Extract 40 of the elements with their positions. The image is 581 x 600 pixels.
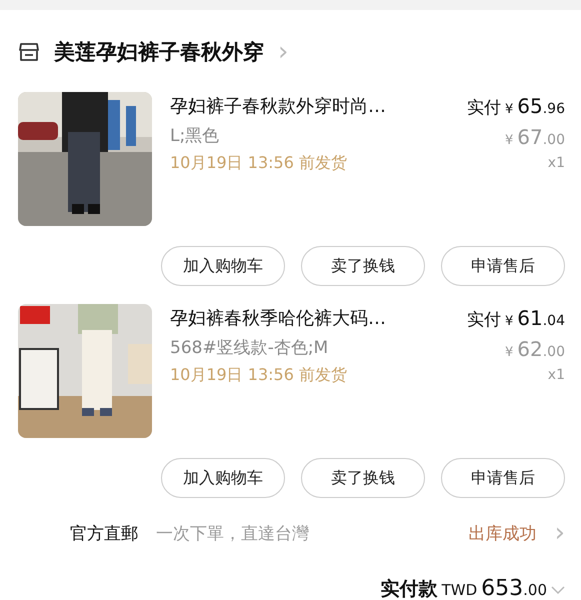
product-title[interactable]: 孕妇裤春秋季哈伦裤大码…: [170, 306, 449, 330]
product-title[interactable]: 孕妇裤子春秋款外穿时尚…: [170, 94, 449, 118]
total-amount: 653: [481, 576, 524, 600]
shipping-deadline: 10月19日 13:56 前发货: [170, 365, 348, 386]
original-price-decimals: .00: [542, 344, 565, 360]
action-button[interactable]: 加入购物车: [161, 458, 285, 498]
shipping-status[interactable]: 出库成功: [468, 522, 537, 544]
store-icon: [18, 41, 40, 63]
shop-name[interactable]: 美莲孕妇裤子春秋外穿: [54, 38, 264, 66]
original-price-decimals: .00: [542, 132, 565, 148]
total-amount-decimals: .00: [523, 581, 547, 599]
shipping-deadline: 10月19日 13:56 前发货: [170, 153, 348, 174]
product-variant: 568#竖线款-杏色;M: [170, 337, 330, 359]
caret-icon: [551, 585, 565, 595]
paid-price-decimals: .04: [542, 313, 565, 329]
shipping-note: 一次下單，直達台灣: [156, 522, 310, 544]
shipping-label: 官方直郵: [70, 522, 138, 544]
paid-price: 61: [517, 306, 543, 330]
paid-label: 实付: [467, 309, 501, 331]
total-label: 实付款: [380, 577, 438, 600]
currency-symbol: ¥: [505, 314, 514, 329]
paid-price: 65: [517, 94, 543, 118]
quantity: x1: [548, 155, 565, 171]
currency-symbol: ¥: [505, 345, 514, 360]
paid-label: 实付: [467, 97, 501, 119]
chevron-icon: ›: [278, 39, 288, 65]
currency-symbol: ¥: [505, 102, 514, 117]
original-price: 67: [517, 125, 543, 149]
action-button[interactable]: 卖了换钱: [301, 246, 425, 286]
action-button[interactable]: 卖了换钱: [301, 458, 425, 498]
action-button[interactable]: 加入购物车: [161, 246, 285, 286]
action-button[interactable]: 申请售后: [441, 458, 565, 498]
action-button[interactable]: 申请售后: [441, 246, 565, 286]
chevron-icon: ›: [554, 520, 565, 546]
original-price: 62: [517, 337, 543, 361]
currency-code: TWD: [442, 581, 478, 599]
quantity: x1: [548, 367, 565, 383]
currency-symbol: ¥: [505, 133, 514, 148]
paid-price-decimals: .96: [542, 101, 565, 117]
product-variant: L;黑色: [170, 125, 220, 147]
